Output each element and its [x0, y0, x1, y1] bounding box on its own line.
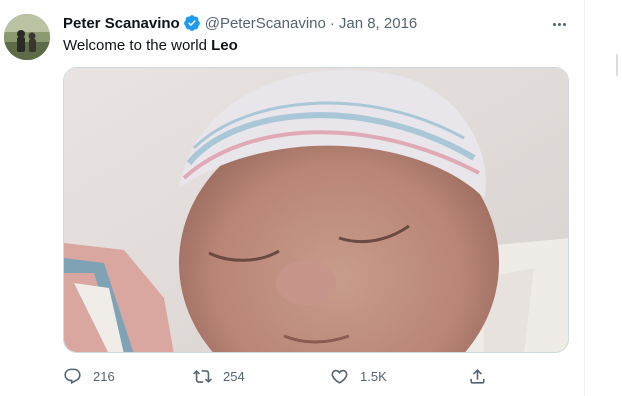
tweet-date[interactable]: Jan 8, 2016: [339, 15, 417, 32]
retweet-icon: [193, 369, 212, 383]
tweet-header: Peter Scanavino @PeterScanavino · Jan 8,…: [63, 13, 417, 33]
retweet-count: 254: [223, 368, 245, 384]
tweet-photo[interactable]: [63, 67, 569, 353]
share-icon: [470, 368, 485, 384]
like-icon: [331, 369, 348, 384]
reply-count: 216: [93, 368, 115, 384]
author-handle[interactable]: @PeterScanavino: [205, 15, 326, 32]
tweet-text: Welcome to the world Leo: [63, 37, 238, 54]
verified-badge-icon: [183, 14, 201, 32]
like-button[interactable]: 1.5K: [330, 364, 387, 388]
header-separator: ·: [329, 14, 335, 32]
column-divider: [584, 0, 585, 396]
reply-icon: [64, 368, 81, 384]
avatar[interactable]: [4, 14, 50, 60]
action-bar: 216 254 1.5K: [63, 364, 569, 388]
retweet-button[interactable]: 254: [193, 364, 245, 388]
share-button[interactable]: [468, 364, 487, 388]
scrollbar-thumb[interactable]: [616, 54, 618, 76]
author-name[interactable]: Peter Scanavino: [63, 15, 180, 32]
tweet-text-bold: Leo: [211, 37, 238, 54]
reply-button[interactable]: 216: [63, 364, 115, 388]
more-options-icon[interactable]: [549, 14, 569, 34]
like-count: 1.5K: [360, 368, 387, 384]
tweet-text-prefix: Welcome to the world: [63, 37, 212, 54]
tweet-card[interactable]: Peter Scanavino @PeterScanavino · Jan 8,…: [0, 0, 586, 396]
